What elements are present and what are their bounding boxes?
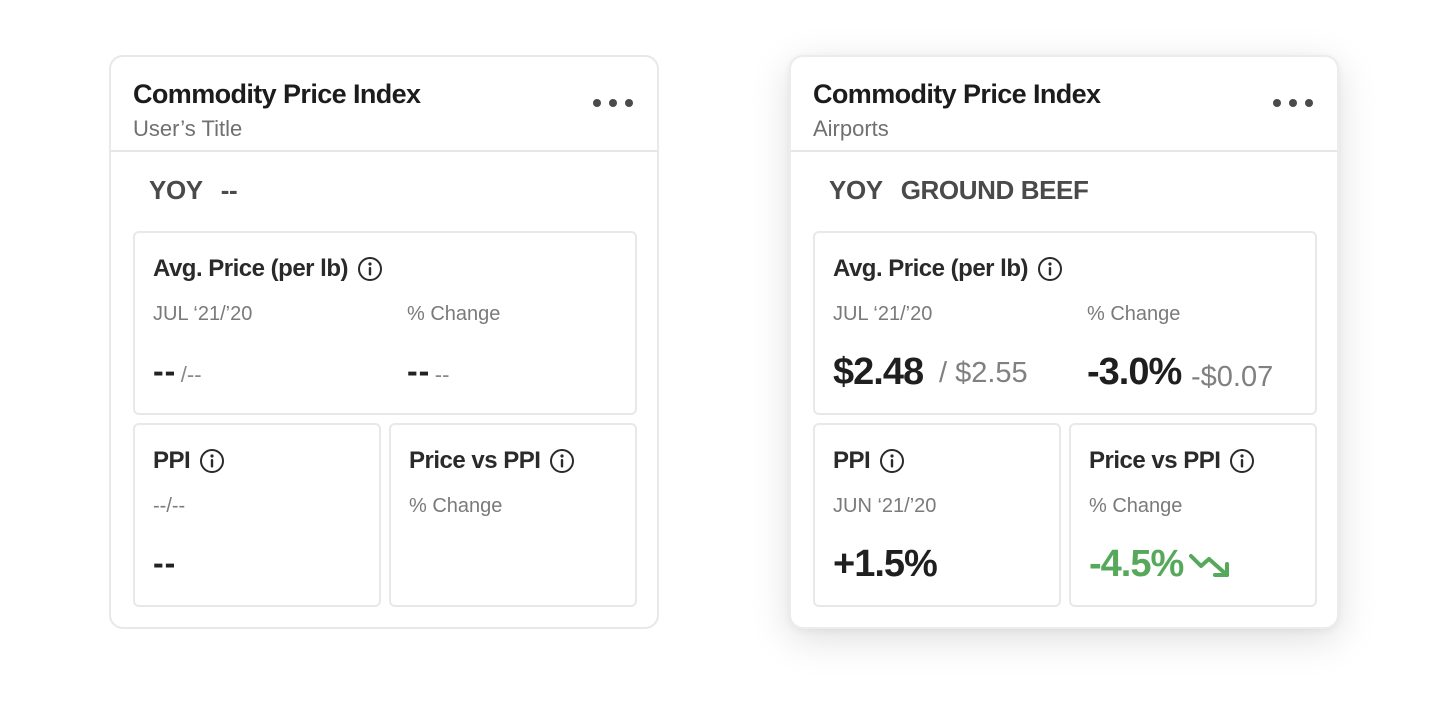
price-vs-ppi-title-text: Price vs PPI xyxy=(409,447,541,474)
avg-price-previous: /-- xyxy=(180,362,202,387)
trending-down-icon xyxy=(1189,553,1230,577)
pct-change-amount: -$0.07 xyxy=(1191,361,1274,393)
pct-change-amount: -- xyxy=(434,362,450,387)
more-options-button[interactable] xyxy=(1273,93,1313,113)
more-options-dot xyxy=(625,99,633,107)
card-header: Commodity Price Index Airports xyxy=(791,57,1337,152)
ppi-period-label: JUN ‘21/’20 xyxy=(833,495,937,517)
change-label: % Change xyxy=(1087,303,1181,325)
commodity-card-ground-beef: Commodity Price Index Airports YOY GROUN… xyxy=(789,55,1339,629)
price-vs-ppi-panel: Price vs PPI % Change xyxy=(389,423,637,607)
pct-change-value: -3.0% xyxy=(1087,351,1182,393)
info-icon[interactable] xyxy=(1037,256,1063,282)
price-vs-ppi-title: Price vs PPI xyxy=(409,447,575,475)
avg-price-title-text: Avg. Price (per lb) xyxy=(833,255,1029,282)
product-name: -- xyxy=(220,175,238,205)
card-header: Commodity Price Index User’s Title xyxy=(111,57,657,152)
price-vs-ppi-change-label: % Change xyxy=(1089,495,1183,517)
ppi-value: -- xyxy=(153,545,177,581)
info-icon[interactable] xyxy=(357,256,383,282)
info-icon[interactable] xyxy=(199,448,225,474)
avg-price-current: -- xyxy=(153,353,177,389)
price-vs-ppi-title-text: Price vs PPI xyxy=(1089,447,1221,474)
price-vs-ppi-title: Price vs PPI xyxy=(1089,447,1255,475)
avg-price-current: $2.48 xyxy=(833,351,924,393)
avg-price-title-text: Avg. Price (per lb) xyxy=(153,255,349,282)
ppi-period-label: --/-- xyxy=(153,495,186,517)
ppi-title-text: PPI xyxy=(153,447,191,474)
avg-price-title: Avg. Price (per lb) xyxy=(833,255,1063,283)
more-options-icon xyxy=(1273,99,1281,107)
ppi-title: PPI xyxy=(153,447,225,475)
avg-price-panel: Avg. Price (per lb) JUL ‘21/’20 % Change… xyxy=(813,231,1317,415)
commodity-card-empty: Commodity Price Index User’s Title YOY -… xyxy=(109,55,659,629)
price-vs-ppi-value: -4.5% xyxy=(1089,543,1184,585)
yoy-label: YOY xyxy=(829,175,883,205)
more-options-button[interactable] xyxy=(593,93,633,113)
avg-price-title: Avg. Price (per lb) xyxy=(153,255,383,283)
yoy-row: YOY -- xyxy=(149,175,238,206)
avg-price-previous: / $2.55 xyxy=(939,357,1028,389)
info-icon[interactable] xyxy=(549,448,575,474)
yoy-row: YOY GROUND BEEF xyxy=(829,175,1089,206)
price-vs-ppi-value-row: -4.5% xyxy=(1089,543,1233,586)
card-subtitle: User’s Title xyxy=(133,116,243,141)
more-options-icon xyxy=(593,99,601,107)
price-vs-ppi-change-label: % Change xyxy=(409,495,503,517)
change-label: % Change xyxy=(407,303,501,325)
ppi-title: PPI xyxy=(833,447,905,475)
more-options-dot xyxy=(609,99,617,107)
pct-change-value: -- xyxy=(407,353,431,389)
price-vs-ppi-panel: Price vs PPI % Change -4.5% xyxy=(1069,423,1317,607)
card-subtitle: Airports xyxy=(813,116,889,141)
more-options-dot xyxy=(1289,99,1297,107)
card-title: Commodity Price Index xyxy=(813,79,1101,109)
product-name: GROUND BEEF xyxy=(900,175,1089,205)
yoy-label: YOY xyxy=(149,175,203,205)
ppi-panel: PPI JUN ‘21/’20 +1.5% xyxy=(813,423,1061,607)
pct-change-row: -- -- xyxy=(407,353,449,390)
avg-price-panel: Avg. Price (per lb) JUL ‘21/’20 % Change… xyxy=(133,231,637,415)
avg-price-value-row: -- /-- xyxy=(153,353,202,390)
ppi-value: +1.5% xyxy=(833,543,938,585)
more-options-dot xyxy=(1305,99,1313,107)
ppi-panel: PPI --/-- -- xyxy=(133,423,381,607)
card-title: Commodity Price Index xyxy=(133,79,421,109)
ppi-title-text: PPI xyxy=(833,447,871,474)
period-label: JUL ‘21/’20 xyxy=(833,303,933,325)
period-label: JUL ‘21/’20 xyxy=(153,303,253,325)
info-icon[interactable] xyxy=(1229,448,1255,474)
info-icon[interactable] xyxy=(879,448,905,474)
